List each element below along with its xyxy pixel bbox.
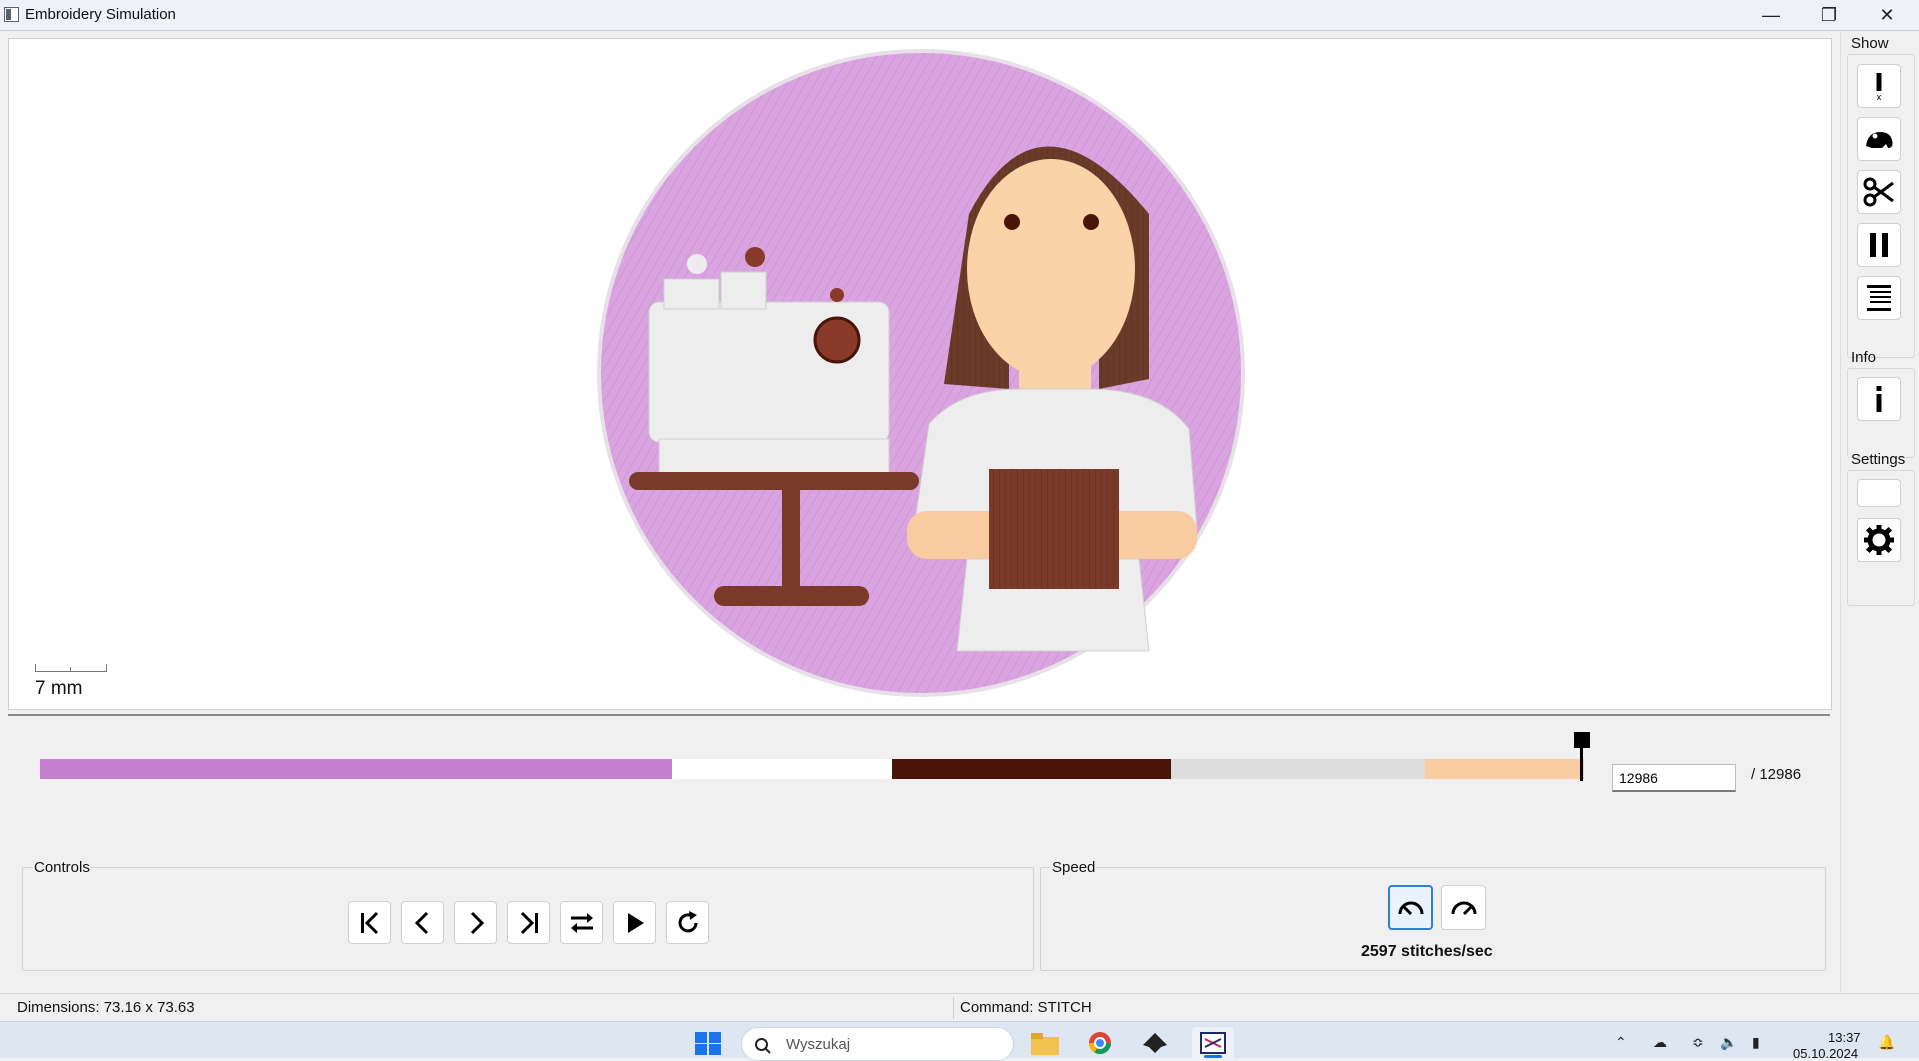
close-button[interactable]: ✕ — [1858, 0, 1916, 30]
color-segment-4 — [1171, 759, 1425, 779]
cut-toggle-button[interactable] — [1857, 170, 1901, 214]
embroidery-design — [597, 49, 1245, 697]
tray-chevron-icon[interactable]: ⌃ — [1615, 1034, 1627, 1051]
scale-label: 7 mm — [35, 678, 83, 699]
simulation-canvas[interactable]: 7 mm — [8, 38, 1832, 710]
scale-bar — [35, 664, 107, 672]
command-status: Command: STITCH — [960, 999, 1092, 1016]
taskbar-search[interactable]: Wyszukaj — [741, 1027, 1014, 1061]
controls-group: Controls — [22, 859, 1034, 971]
first-icon — [360, 911, 378, 934]
command-list-button[interactable] — [1857, 276, 1901, 320]
stop-toggle-button[interactable] — [1857, 223, 1901, 267]
inkscape-icon[interactable] — [1140, 1031, 1170, 1055]
restore-button[interactable]: ❐ — [1800, 0, 1858, 30]
settings-blank-button[interactable] — [1857, 479, 1901, 507]
restart-button[interactable] — [666, 901, 709, 944]
step-input[interactable] — [1612, 764, 1736, 792]
next-icon — [470, 911, 484, 934]
notification-bell-icon[interactable]: 🔔 — [1878, 1034, 1895, 1051]
app-icon — [4, 7, 19, 22]
jump-toggle-button[interactable]: x — [1857, 64, 1901, 108]
chrome-icon[interactable] — [1085, 1031, 1115, 1055]
active-app-tile[interactable] — [1192, 1027, 1234, 1059]
last-icon — [520, 911, 538, 934]
svg-text:x: x — [1877, 92, 1882, 102]
prev-icon — [414, 911, 428, 934]
show-label: Show — [1851, 35, 1889, 52]
onedrive-icon[interactable]: ☁ — [1653, 1034, 1667, 1051]
first-button[interactable] — [348, 901, 391, 944]
color-segment-1 — [40, 759, 672, 779]
settings-label: Settings — [1851, 451, 1906, 468]
status-bar: Dimensions: 73.16 x 73.63 Command: STITC… — [0, 993, 1919, 1022]
color-segment-5 — [1425, 759, 1584, 779]
gear-icon — [1864, 525, 1894, 555]
trim-toggle-button[interactable] — [1857, 117, 1901, 161]
play-button[interactable] — [613, 901, 656, 944]
wifi-icon[interactable]: ≎ — [1692, 1034, 1704, 1051]
search-placeholder: Wyszukaj — [786, 1036, 851, 1053]
faster-icon — [1451, 901, 1476, 915]
info-button[interactable] — [1857, 377, 1901, 421]
speed-value: 2597 stitches/sec — [1361, 943, 1493, 960]
scale-indicator: 7 mm — [35, 664, 107, 700]
battery-icon[interactable]: ▮ — [1752, 1034, 1760, 1051]
slower-button[interactable] — [1388, 885, 1433, 930]
slower-icon — [1398, 901, 1423, 915]
info-icon — [1876, 386, 1882, 412]
title-bar: Embroidery Simulation — ❐ ✕ — [0, 0, 1919, 31]
minimize-button[interactable]: — — [1742, 0, 1800, 30]
faster-button[interactable] — [1441, 885, 1486, 930]
windows-start-icon[interactable] — [692, 1031, 724, 1055]
dimensions-status: Dimensions: 73.16 x 73.63 — [17, 999, 195, 1016]
play-icon — [627, 912, 644, 933]
ink-stitch-icon — [1200, 1032, 1226, 1054]
status-separator — [953, 997, 954, 1019]
speed-label: Speed — [1051, 859, 1097, 876]
speaker-icon[interactable]: 🔈 — [1720, 1034, 1737, 1051]
window-title: Embroidery Simulation — [25, 6, 176, 23]
stitch-slider-marker — [1580, 747, 1583, 781]
clock-time[interactable]: 13:37 — [1828, 1030, 1861, 1045]
info-label: Info — [1851, 349, 1877, 366]
bottom-panel: / 12986 Controls Speed 2 — [8, 714, 1830, 986]
scissors-icon — [1863, 177, 1894, 207]
color-segment-3 — [892, 759, 1171, 779]
clock-date[interactable]: 05.10.2024 — [1793, 1046, 1858, 1058]
restart-icon — [678, 910, 697, 932]
swap-button[interactable] — [560, 901, 603, 944]
file-explorer-icon[interactable] — [1030, 1031, 1060, 1055]
stitch-slider-handle[interactable] — [1574, 732, 1590, 748]
next-button[interactable] — [454, 901, 497, 944]
swap-icon — [570, 912, 593, 933]
speed-group: Speed 2597 stitches/sec — [1040, 859, 1826, 971]
side-panel: Show x Info Settings — [1840, 32, 1919, 992]
frog-icon — [1866, 132, 1893, 148]
pause-icon — [1870, 233, 1888, 257]
total-steps: / 12986 — [1751, 766, 1802, 783]
prev-button[interactable] — [401, 901, 444, 944]
color-segment-2 — [672, 759, 892, 779]
taskbar: Wyszukaj ⌃ ☁ ≎ 🔈 ▮ 13:37 05.10.2024 🔔 — [0, 1021, 1919, 1061]
stop-icon — [1867, 285, 1891, 311]
last-button[interactable] — [507, 901, 550, 944]
controls-label: Controls — [33, 859, 91, 876]
color-timeline[interactable] — [40, 759, 1584, 779]
search-icon — [755, 1038, 771, 1054]
settings-button[interactable] — [1857, 518, 1901, 562]
jump-icon: x — [1876, 73, 1882, 102]
